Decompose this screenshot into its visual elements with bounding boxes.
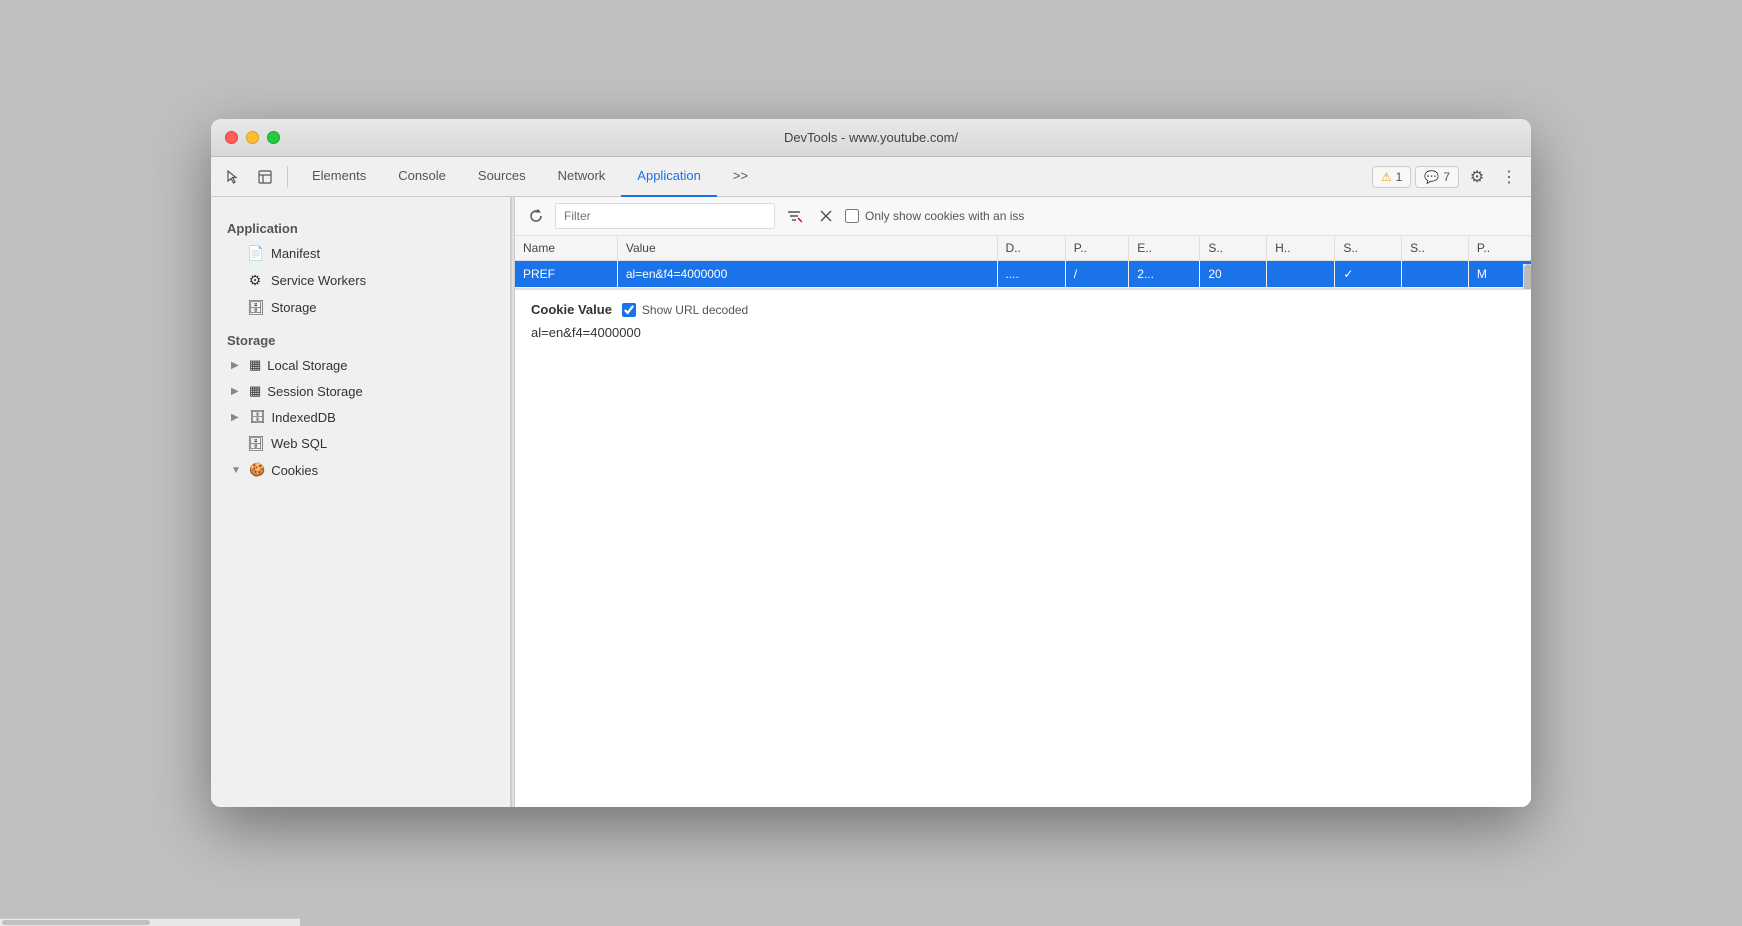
filter-input[interactable]	[555, 203, 775, 229]
traffic-lights	[225, 131, 280, 144]
inspect-icon	[257, 169, 273, 185]
separator-1	[287, 166, 288, 188]
clear-btn[interactable]	[813, 203, 839, 229]
cell-secure: ✓	[1335, 261, 1402, 288]
cookie-value-header: Cookie Value Show URL decoded	[531, 302, 1515, 317]
tab-console[interactable]: Console	[382, 157, 462, 197]
cursor-icon	[225, 169, 241, 185]
local-storage-icon: ▦	[249, 357, 261, 373]
sidebar-item-manifest[interactable]: 📄 Manifest	[211, 240, 510, 267]
table-row[interactable]: PREF al=en&f4=4000000 .... / 2... 20 ✓ M	[515, 261, 1531, 288]
col-header-name[interactable]: Name	[515, 236, 617, 261]
filter-clear-btn[interactable]	[781, 203, 807, 229]
clear-icon	[819, 209, 833, 223]
cookie-table-area: Name Value D.. P.. E.. S.. H.. S.. S.. P…	[515, 236, 1531, 289]
expand-arrow-session-storage: ▶	[231, 386, 243, 397]
sidebar-item-indexeddb[interactable]: ▶ 🗄 IndexedDB	[211, 404, 510, 430]
sidebar-item-web-sql[interactable]: 🗄 Web SQL	[211, 430, 510, 457]
col-header-domain[interactable]: D..	[997, 236, 1065, 261]
warning-icon: ⚠	[1381, 170, 1392, 184]
more-options-btn[interactable]: ⋮	[1495, 163, 1523, 191]
expand-arrow-local-storage: ▶	[231, 360, 243, 371]
tab-network[interactable]: Network	[542, 157, 622, 197]
tab-elements[interactable]: Elements	[296, 157, 382, 197]
more-icon: ⋮	[1501, 167, 1517, 187]
cookie-panel: Only show cookies with an iss Name Value…	[515, 197, 1531, 807]
indexeddb-icon: 🗄	[249, 409, 266, 425]
sidebar-item-storage[interactable]: 🗄 Storage	[211, 294, 510, 321]
cursor-icon-btn[interactable]	[219, 163, 247, 191]
only-show-checkbox[interactable]	[845, 209, 859, 223]
comment-icon: 💬	[1424, 170, 1439, 184]
cookie-value-label: Cookie Value	[531, 302, 612, 317]
service-workers-icon: ⚙	[247, 272, 263, 289]
tab-more[interactable]: >>	[717, 157, 764, 197]
col-header-size[interactable]: S..	[1200, 236, 1267, 261]
col-header-expires[interactable]: E..	[1129, 236, 1200, 261]
table-scrollbar[interactable]	[1523, 264, 1531, 289]
close-button[interactable]	[225, 131, 238, 144]
toolbar: Elements Console Sources Network Applica…	[211, 157, 1531, 197]
sidebar-item-local-storage[interactable]: ▶ ▦ Local Storage	[211, 352, 510, 378]
expand-arrow-indexeddb: ▶	[231, 412, 243, 423]
toolbar-right: ⚠ 1 💬 7 ⚙ ⋮	[1372, 163, 1523, 191]
expand-arrow-cookies: ▼	[231, 465, 243, 476]
show-url-decoded-label: Show URL decoded	[622, 303, 748, 317]
cell-size: 20	[1200, 261, 1267, 288]
tab-navigation: Elements Console Sources Network Applica…	[296, 157, 1368, 197]
gear-icon: ⚙	[1470, 167, 1484, 187]
title-bar: DevTools - www.youtube.com/	[211, 119, 1531, 157]
cookie-value-section: Cookie Value Show URL decoded al=en&f4=4…	[515, 290, 1531, 807]
only-show-label: Only show cookies with an iss	[845, 209, 1024, 223]
table-scroll-thumb	[1524, 264, 1531, 289]
cookie-value-text: al=en&f4=4000000	[531, 325, 1515, 340]
refresh-btn[interactable]	[523, 203, 549, 229]
minimize-button[interactable]	[246, 131, 259, 144]
manifest-icon: 📄	[247, 245, 263, 262]
cell-domain: ....	[997, 261, 1065, 288]
table-header-row: Name Value D.. P.. E.. S.. H.. S.. S.. P…	[515, 236, 1531, 261]
session-storage-icon: ▦	[249, 383, 261, 399]
cell-expires: 2...	[1129, 261, 1200, 288]
storage-icon: 🗄	[247, 299, 263, 316]
cookies-icon: 🍪	[249, 462, 265, 478]
cookie-toolbar: Only show cookies with an iss	[515, 197, 1531, 236]
col-header-path[interactable]: P..	[1065, 236, 1129, 261]
cookie-table: Name Value D.. P.. E.. S.. H.. S.. S.. P…	[515, 236, 1531, 288]
sidebar-item-session-storage[interactable]: ▶ ▦ Session Storage	[211, 378, 510, 404]
col-header-value[interactable]: Value	[617, 236, 997, 261]
devtools-window: DevTools - www.youtube.com/ Elements Con…	[211, 119, 1531, 807]
warning-badge-btn[interactable]: ⚠ 1	[1372, 166, 1411, 188]
inspect-icon-btn[interactable]	[251, 163, 279, 191]
col-header-priority[interactable]: P..	[1468, 236, 1531, 261]
tab-application[interactable]: Application	[621, 157, 717, 197]
sidebar-item-service-workers[interactable]: ⚙ Service Workers	[211, 267, 510, 294]
col-header-httponly[interactable]: H..	[1267, 236, 1335, 261]
sidebar-item-cookies[interactable]: ▼ 🍪 Cookies	[211, 457, 510, 483]
cell-httponly	[1267, 261, 1335, 288]
window-title: DevTools - www.youtube.com/	[784, 130, 958, 145]
cell-path: /	[1065, 261, 1129, 288]
sidebar-section-application: Application	[211, 209, 510, 240]
refresh-icon	[528, 208, 544, 224]
settings-btn[interactable]: ⚙	[1463, 163, 1491, 191]
show-url-decoded-checkbox[interactable]	[622, 303, 636, 317]
info-badge-btn[interactable]: 💬 7	[1415, 166, 1459, 188]
cell-samesite	[1402, 261, 1469, 288]
filter-icon	[786, 208, 802, 224]
sidebar-section-storage: Storage	[211, 321, 510, 352]
sidebar: Application 📄 Manifest ⚙ Service Workers…	[211, 197, 511, 807]
cell-value: al=en&f4=4000000	[617, 261, 997, 288]
col-header-secure[interactable]: S..	[1335, 236, 1402, 261]
cell-name: PREF	[515, 261, 617, 288]
cookie-table-wrapper: Name Value D.. P.. E.. S.. H.. S.. S.. P…	[515, 236, 1531, 289]
maximize-button[interactable]	[267, 131, 280, 144]
cell-priority: M	[1468, 261, 1531, 288]
col-header-samesite[interactable]: S..	[1402, 236, 1469, 261]
web-sql-icon: 🗄	[247, 435, 263, 452]
tab-sources[interactable]: Sources	[462, 157, 542, 197]
main-content: Application 📄 Manifest ⚙ Service Workers…	[211, 197, 1531, 807]
